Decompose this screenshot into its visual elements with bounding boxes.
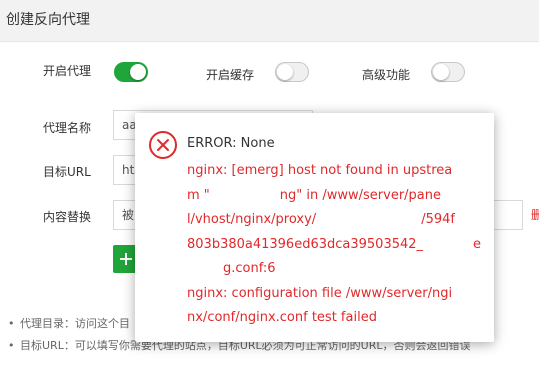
error-line: 803b380a41396ed63dca39503542_ e: [187, 233, 487, 258]
dialog-title: 创建反向代理: [6, 12, 90, 28]
advanced-toggle-label: 高级功能: [362, 68, 411, 82]
error-line-start: m ": [187, 187, 210, 203]
toggle-knob: [277, 64, 293, 80]
cache-toggle[interactable]: [275, 62, 309, 82]
error-modal: ERROR: None nginx: [emerg] host not foun…: [135, 113, 494, 342]
error-message: nginx: [emerg] host not found in upstrea…: [187, 159, 487, 331]
error-line-end: g.conf:6: [223, 261, 276, 276]
error-circle-x-icon: [149, 131, 177, 159]
toggle-knob: [130, 64, 146, 80]
delete-link[interactable]: 删: [531, 206, 539, 223]
error-line-end: e: [473, 236, 482, 252]
error-line: nx/conf/nginx.conf test failed: [187, 310, 377, 325]
error-line: nginx: [emerg] host not found in upstrea: [187, 163, 453, 178]
error-line: m " ng" in /www/server/pane: [187, 184, 487, 209]
proxy-toggle[interactable]: [114, 62, 148, 82]
error-line-start: l/vhost/nginx/proxy/: [187, 212, 317, 227]
error-line-end: ng" in /www/server/pane: [279, 187, 442, 203]
toggle-knob: [433, 64, 449, 80]
proxy-toggle-label: 开启代理: [43, 64, 92, 78]
error-line: g.conf:6: [187, 257, 487, 282]
error-line-end: /594f: [421, 212, 455, 227]
cache-toggle-label: 开启缓存: [206, 68, 255, 82]
error-line: l/vhost/nginx/proxy/ /594f: [187, 208, 487, 233]
error-heading: ERROR: None: [187, 136, 275, 151]
error-line: nginx: configuration file /www/server/ng…: [187, 285, 453, 301]
target-url-label: 目标URL: [43, 165, 91, 179]
error-line-start: 803b380a41396ed63dca39503542_: [187, 236, 424, 252]
content-replace-label: 内容替换: [43, 210, 92, 224]
dialog-titlebar: 创建反向代理: [0, 0, 539, 42]
name-label: 代理名称: [43, 121, 92, 135]
advanced-toggle[interactable]: [431, 62, 465, 82]
